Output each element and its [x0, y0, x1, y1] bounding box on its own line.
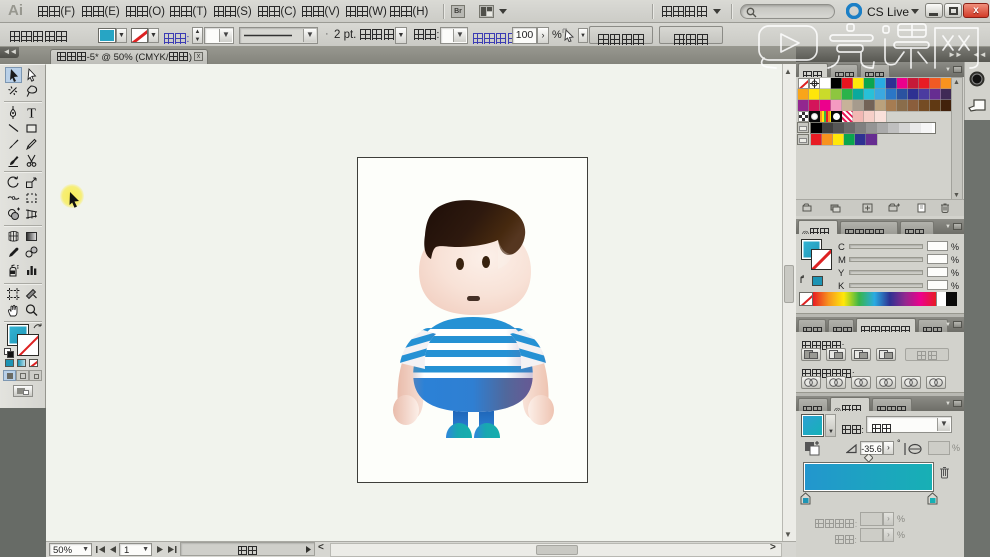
- svg-text:T: T: [27, 107, 36, 121]
